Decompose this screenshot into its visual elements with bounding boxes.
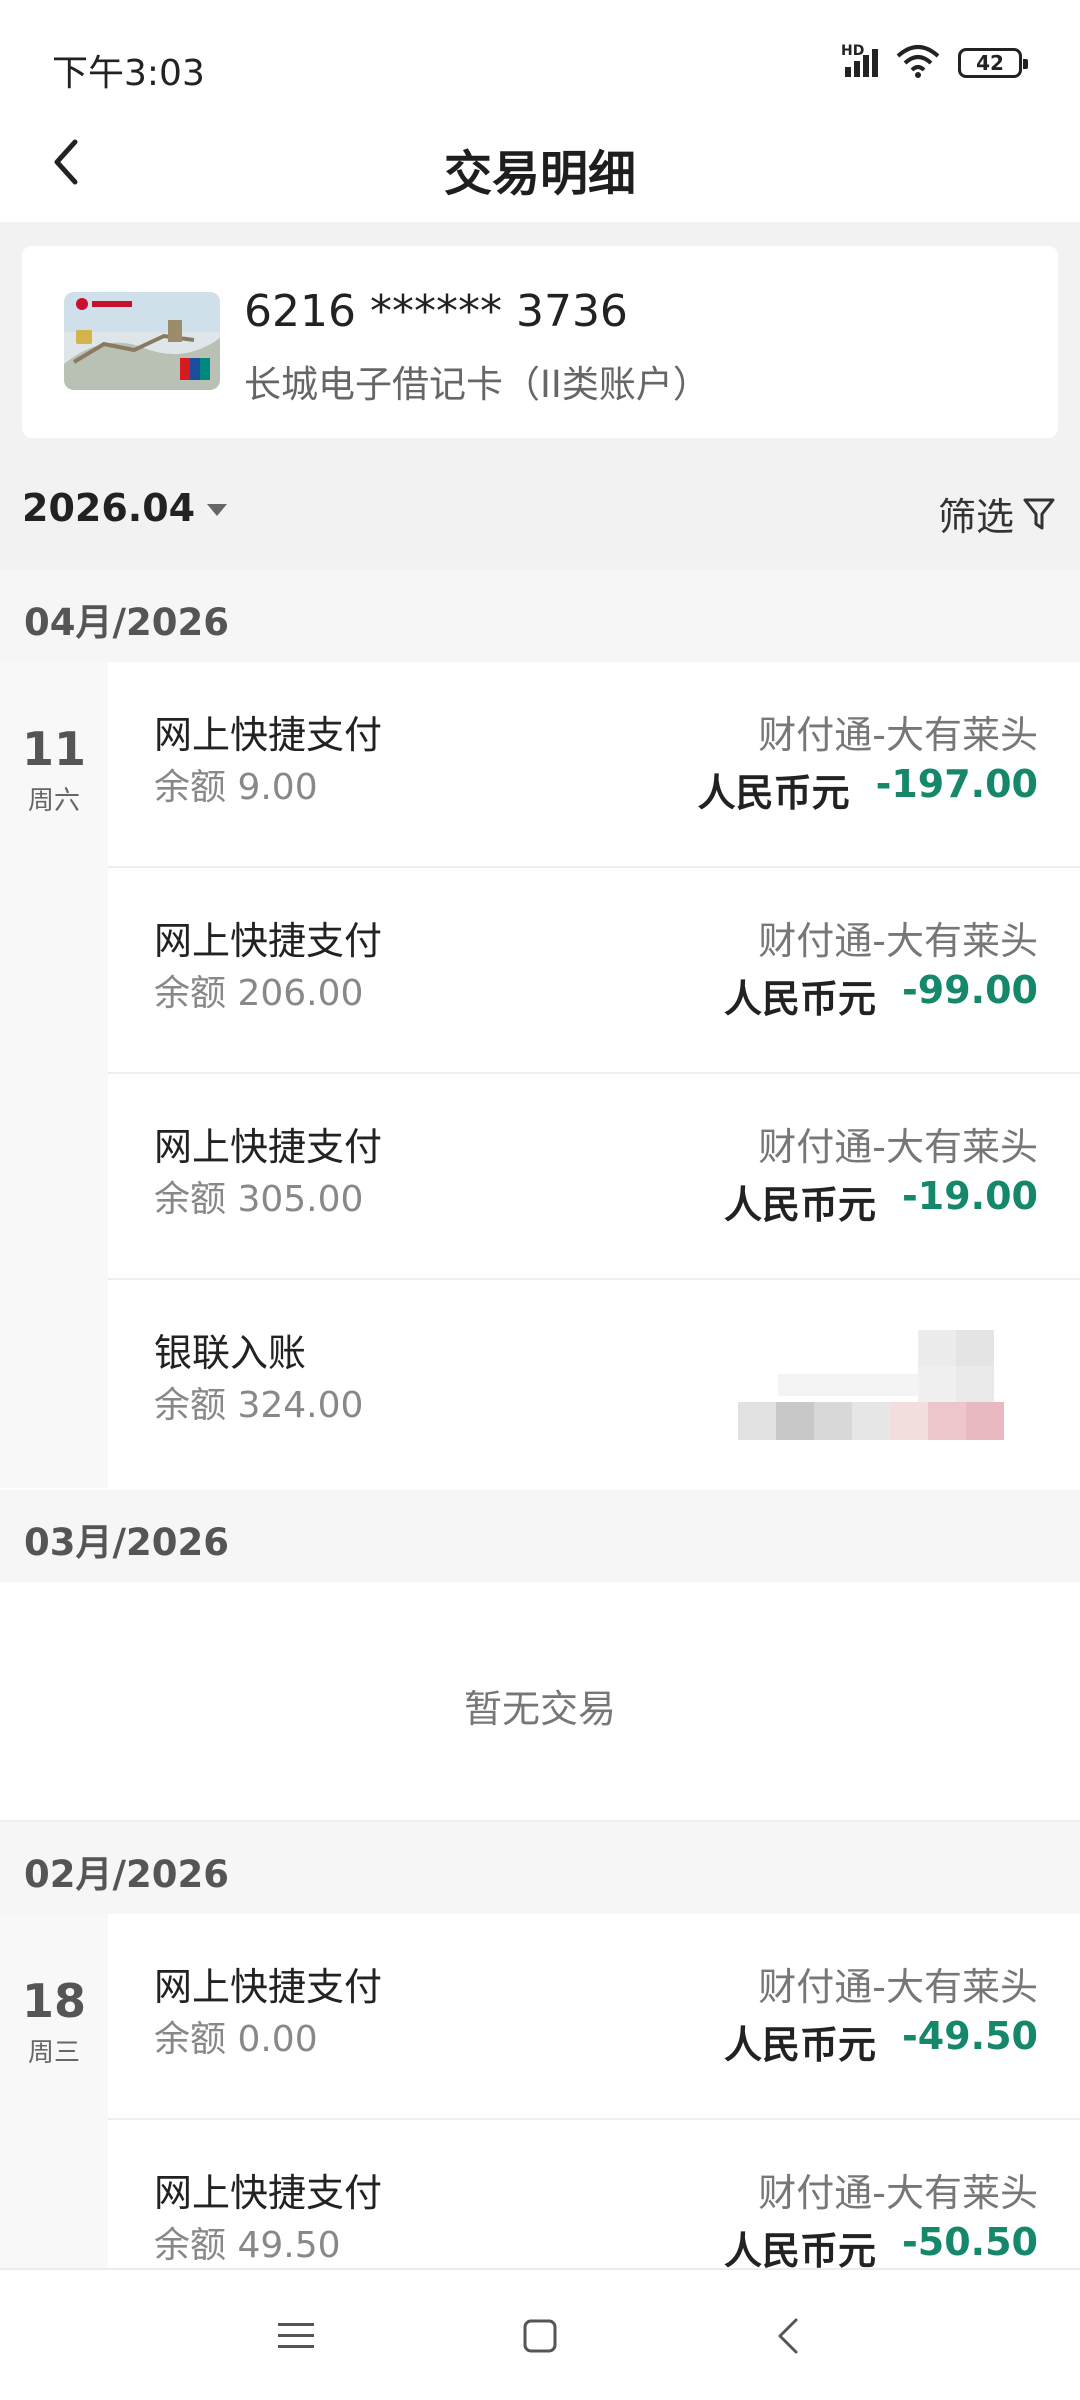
transaction-balance: 余额 49.50: [154, 2225, 341, 2266]
month-header: 02月/2026: [0, 1822, 1080, 1914]
day-number: 11: [21, 722, 86, 776]
page-title: 交易明细: [443, 146, 636, 202]
transaction-amount: 人民币元 -99.00: [724, 968, 1038, 1023]
transaction-amount: 人民币元 -197.00: [698, 762, 1038, 817]
currency-label: 人民币元: [724, 977, 877, 1021]
currency-label: 人民币元: [697, 771, 850, 815]
menu-button[interactable]: [266, 2306, 326, 2366]
menu-icon: [278, 2323, 314, 2348]
status-icons: HD 42: [841, 43, 1028, 82]
transaction-merchant: 财付通-大有莱头: [758, 713, 1038, 757]
transaction-row[interactable]: 网上快捷支付 余额 9.00 财付通-大有莱头 人民币元 -197.00: [108, 662, 1080, 868]
transaction-balance: 余额 9.00: [154, 767, 318, 808]
amount-value: -99.00: [902, 968, 1038, 1012]
month-selector[interactable]: 2026.04: [22, 486, 228, 530]
status-time: 下午3:03: [52, 53, 205, 94]
transaction-merchant: 财付通-大有莱头: [758, 1965, 1038, 2009]
day-column: [0, 1914, 108, 2268]
transaction-title: 网上快捷支付: [154, 2171, 383, 2215]
month-header-label: 02月/2026: [24, 1853, 229, 1896]
transaction-merchant: 财付通-大有莱头: [758, 919, 1038, 963]
month-header-label: 04月/2026: [24, 601, 229, 644]
currency-label: 人民币元: [724, 2023, 877, 2067]
empty-state: 暂无交易: [0, 1582, 1080, 1822]
battery-icon: 42: [958, 48, 1028, 78]
transaction-amount: 人民币元 -19.00: [724, 1174, 1038, 1229]
account-card[interactable]: 6216 ****** 3736 长城电子借记卡（II类账户）: [22, 246, 1058, 438]
system-nav-bar: [0, 2268, 1080, 2400]
day-number: 18: [21, 1974, 86, 2028]
transaction-row[interactable]: 网上快捷支付 余额 49.50 财付通-大有莱头 人民币元 -50.50: [108, 2120, 1080, 2268]
amount-value: -19.00: [902, 1174, 1038, 1218]
amount-value: -50.50: [902, 2220, 1038, 2264]
home-square-icon: [523, 2319, 557, 2353]
month-value: 2026.04: [22, 486, 196, 530]
day-weekday: 周六: [27, 786, 80, 816]
wifi-icon: [896, 44, 940, 82]
transaction-amount: 人民币元 -49.50: [724, 2014, 1038, 2069]
month-header: 03月/2026: [0, 1490, 1080, 1582]
header: 交易明细: [0, 110, 1080, 220]
back-triangle-icon: [778, 2318, 798, 2354]
transaction-balance: 余额 206.00: [154, 973, 364, 1014]
transaction-row[interactable]: 网上快捷支付 余额 305.00 财付通-大有莱头 人民币元 -19.00: [108, 1074, 1080, 1280]
currency-label: 人民币元: [724, 1183, 877, 1227]
transaction-title: 网上快捷支付: [154, 1965, 383, 2009]
month-header-label: 03月/2026: [24, 1521, 229, 1564]
card-number: 6216 ****** 3736: [244, 286, 628, 337]
transaction-row[interactable]: 银联入账 余额 324.00: [108, 1280, 1080, 1488]
transaction-title: 银联入账: [154, 1331, 307, 1375]
caret-down-icon: [207, 504, 228, 516]
battery-level: 42: [976, 51, 1004, 75]
empty-text: 暂无交易: [463, 1687, 616, 1731]
transaction-balance: 余额 324.00: [154, 1385, 364, 1426]
day-weekday: 周三: [27, 2038, 80, 2068]
transaction-amount: 人民币元 -50.50: [724, 2220, 1038, 2268]
transaction-row[interactable]: 网上快捷支付 余额 206.00 财付通-大有莱头 人民币元 -99.00: [108, 868, 1080, 1074]
network-label: HD: [841, 43, 865, 59]
card-image: [64, 292, 220, 390]
transaction-row[interactable]: 网上快捷支付 余额 0.00 财付通-大有莱头 人民币元 -49.50: [108, 1914, 1080, 2120]
signal-icon: HD: [841, 43, 878, 77]
transaction-title: 网上快捷支付: [154, 919, 383, 963]
amount-value: -49.50: [902, 2014, 1038, 2058]
amount-value: -197.00: [875, 762, 1038, 806]
filter-button[interactable]: 筛选: [938, 486, 1056, 541]
home-button[interactable]: [510, 2306, 570, 2366]
transaction-merchant: 财付通-大有莱头: [758, 1125, 1038, 1169]
transaction-merchant: 财付通-大有莱头: [758, 2171, 1038, 2215]
nav-back-button[interactable]: [758, 2306, 818, 2366]
transaction-balance: 余额 0.00: [154, 2019, 318, 2060]
filter-label: 筛选: [937, 495, 1014, 539]
transaction-title: 网上快捷支付: [154, 1125, 383, 1169]
month-header: 04月/2026: [0, 570, 1080, 662]
transaction-title: 网上快捷支付: [154, 713, 383, 757]
filter-icon: [1023, 498, 1055, 529]
currency-label: 人民币元: [724, 2229, 877, 2268]
transaction-balance: 余额 305.00: [154, 1179, 364, 1220]
card-type: 长城电子借记卡（II类账户）: [244, 363, 710, 406]
redacted-amount: [738, 1330, 1038, 1440]
